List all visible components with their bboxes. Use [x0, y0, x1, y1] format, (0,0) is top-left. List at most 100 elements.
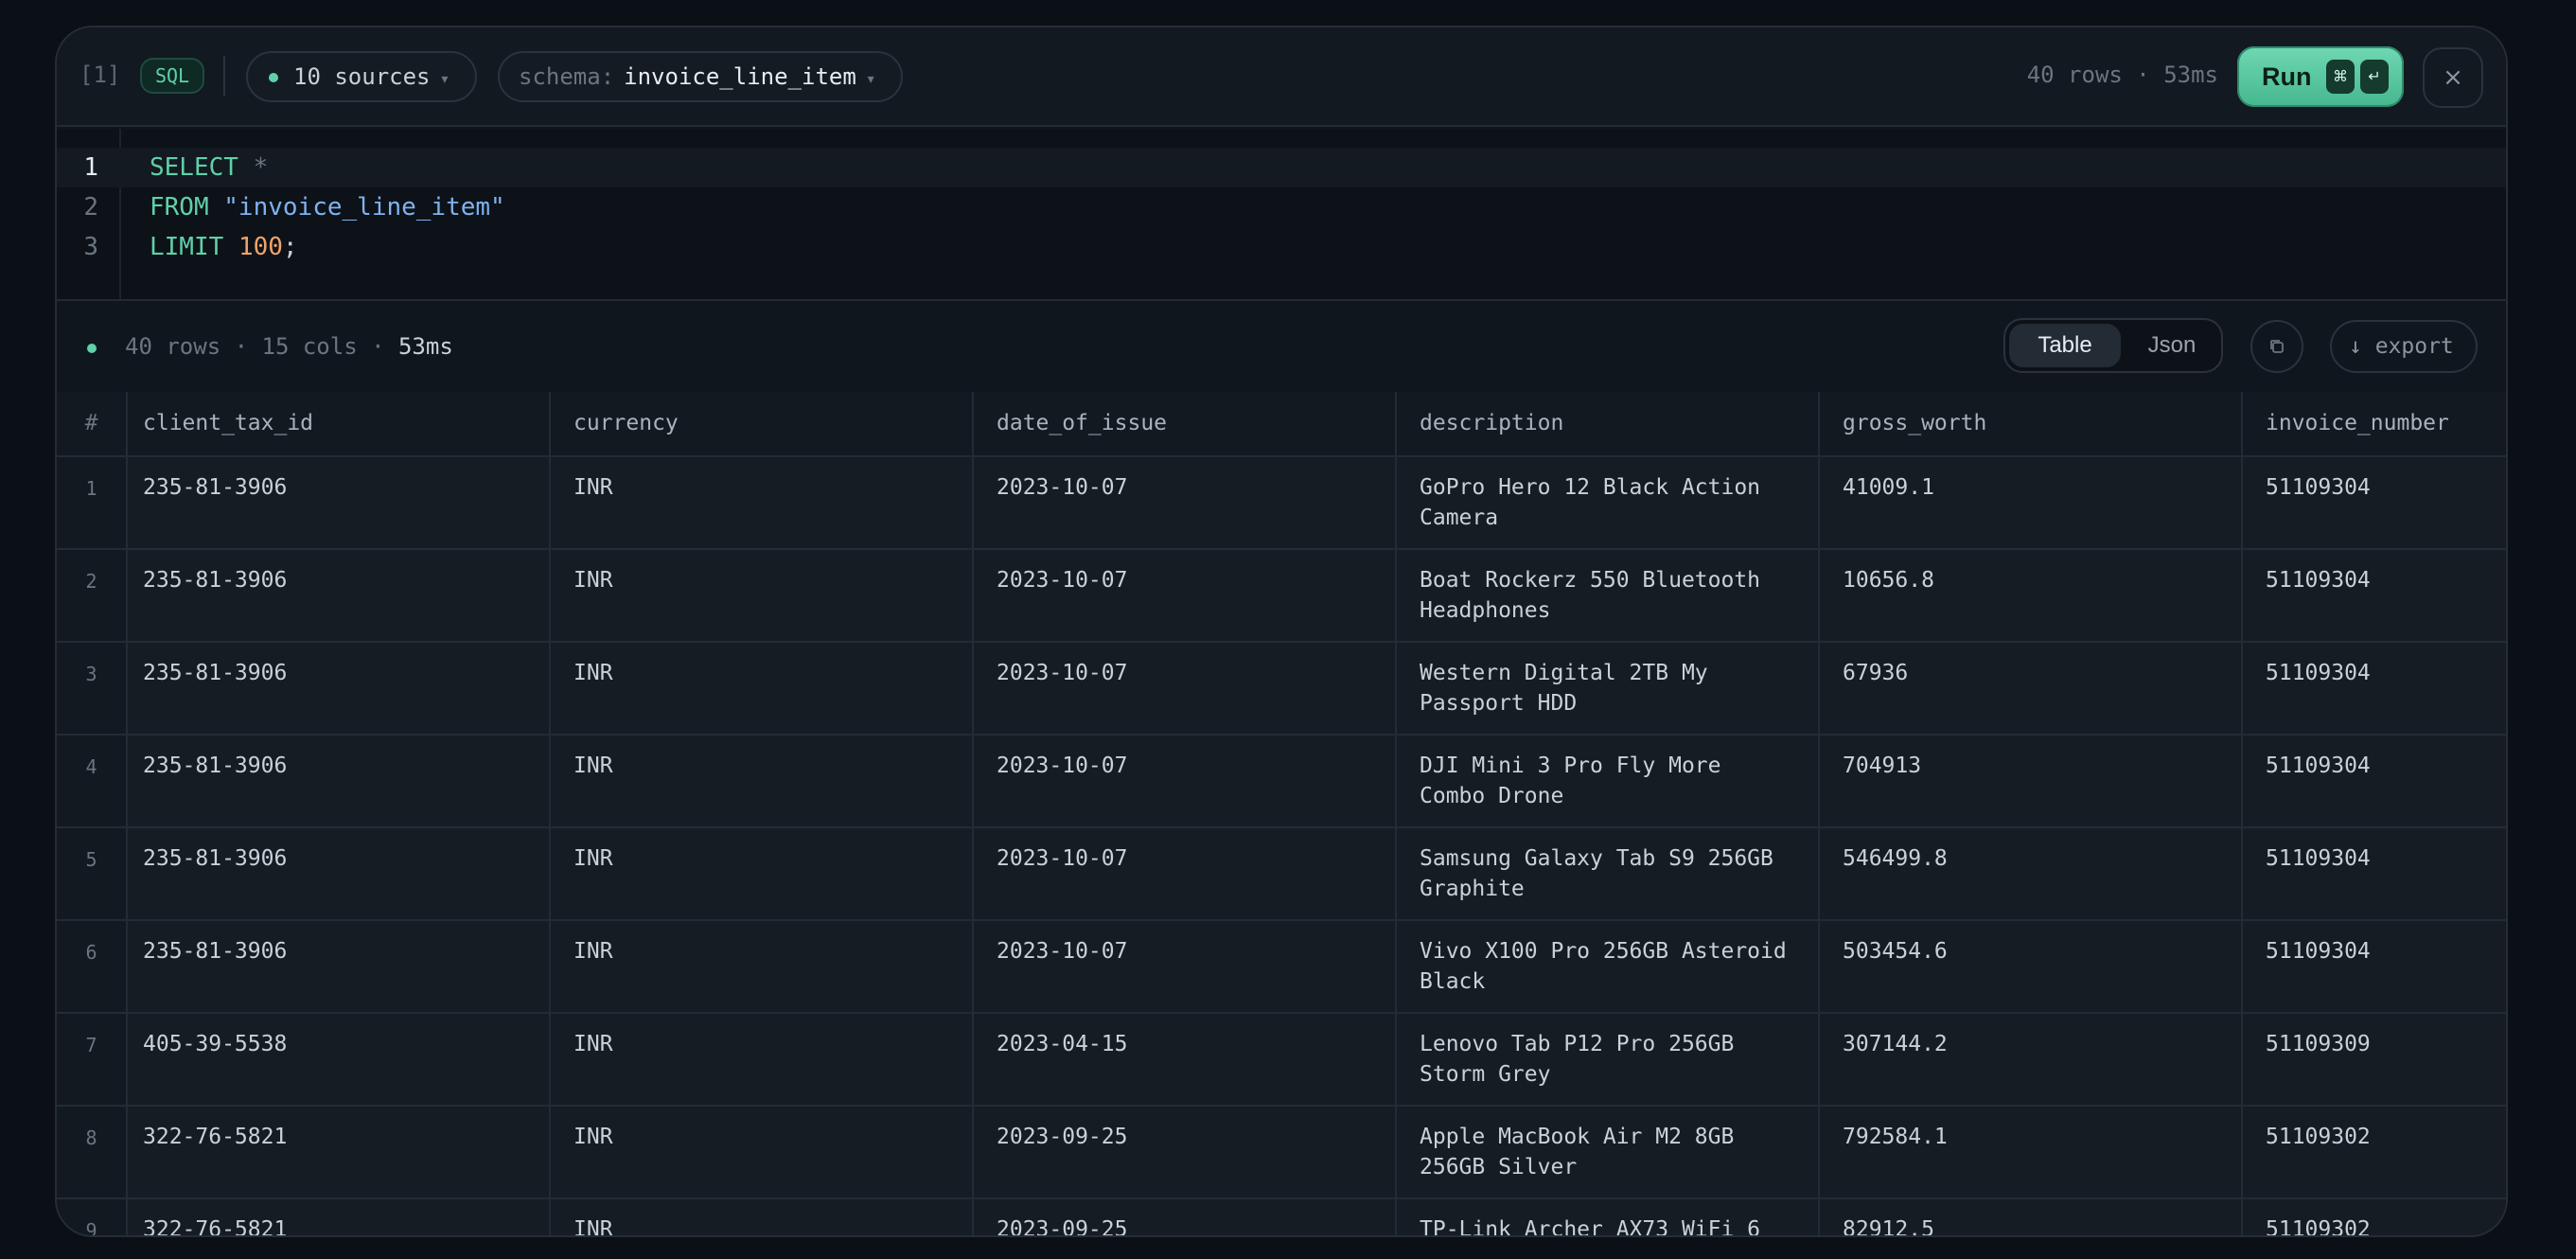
- table-cell[interactable]: 235-81-3906: [127, 642, 551, 736]
- table-cell[interactable]: 51109304: [2242, 827, 2506, 921]
- table-cell[interactable]: 235-81-3906: [127, 456, 551, 550]
- table-cell[interactable]: INR: [550, 920, 974, 1014]
- column-header[interactable]: date_of_issue: [973, 392, 1397, 457]
- table-cell[interactable]: 2023-10-07: [973, 735, 1397, 828]
- table-cell[interactable]: 235-81-3906: [127, 920, 551, 1014]
- schema-value: invoice_line_item: [624, 63, 856, 90]
- table-cell[interactable]: TP-Link Archer AX73 WiFi 6: [1396, 1198, 1820, 1235]
- table-row[interactable]: 6 235-81-3906 INR 2023-10-07 Vivo X100 Pro 2…: [57, 920, 2506, 1014]
- table-cell[interactable]: 51109309: [2242, 1013, 2506, 1107]
- table-cell[interactable]: INR: [550, 1013, 974, 1107]
- table-cell[interactable]: 2023-09-25: [973, 1106, 1397, 1199]
- sql-editor[interactable]: 1 SELECT * 2 FROM "invoice_line_item" 3 LIMIT…: [57, 129, 2506, 301]
- table-cell[interactable]: 2023-10-07: [973, 920, 1397, 1014]
- code-line[interactable]: 1 SELECT *: [57, 148, 2506, 187]
- table-cell[interactable]: INR: [550, 642, 974, 736]
- table-cell[interactable]: 82912.5: [1819, 1198, 2243, 1235]
- run-button[interactable]: Run ⌘ ↵: [2237, 46, 2404, 107]
- table-cell[interactable]: 235-81-3906: [127, 735, 551, 828]
- copy-icon: [2270, 340, 2284, 353]
- table-cell[interactable]: 235-81-3906: [127, 827, 551, 921]
- table-cell[interactable]: 235-81-3906: [127, 549, 551, 643]
- column-header[interactable]: client_tax_id: [127, 392, 551, 457]
- query-stats: 40 rows · 53ms: [2026, 62, 2218, 88]
- line-number: 2: [83, 193, 98, 222]
- view-table-tab[interactable]: Table: [2009, 324, 2121, 367]
- table-row[interactable]: 7 405-39-5538 INR 2023-04-15 Lenovo Tab P12 …: [57, 1013, 2506, 1107]
- table-row[interactable]: 3 235-81-3906 INR 2023-10-07 Western Digital…: [57, 642, 2506, 736]
- code-token: SELECT: [150, 153, 238, 182]
- view-json-tab[interactable]: Json: [2126, 324, 2217, 367]
- table-cell[interactable]: 67936: [1819, 642, 2243, 736]
- table-cell[interactable]: Vivo X100 Pro 256GB Asteroid Black: [1396, 920, 1820, 1014]
- table-cell[interactable]: 51109304: [2242, 456, 2506, 550]
- row-index-header[interactable]: #: [57, 392, 128, 457]
- table-cell[interactable]: INR: [550, 456, 974, 550]
- table-cell[interactable]: 51109304: [2242, 920, 2506, 1014]
- table-cell[interactable]: GoPro Hero 12 Black Action Camera: [1396, 456, 1820, 550]
- table-cell[interactable]: Lenovo Tab P12 Pro 256GB Storm Grey: [1396, 1013, 1820, 1107]
- table-header-row: # client_tax_id currency date_of_issue descr…: [57, 392, 2506, 457]
- table-cell[interactable]: 51109302: [2242, 1106, 2506, 1199]
- results-table-container[interactable]: # client_tax_id currency date_of_issue descr…: [57, 392, 2506, 1235]
- table-cell[interactable]: Western Digital 2TB My Passport HDD: [1396, 642, 1820, 736]
- column-header[interactable]: currency: [550, 392, 974, 457]
- schema-label: schema:: [519, 63, 615, 90]
- table-cell[interactable]: INR: [550, 1106, 974, 1199]
- export-button[interactable]: ↓ export: [2330, 320, 2478, 373]
- close-button[interactable]: ×: [2423, 47, 2483, 108]
- table-cell[interactable]: Apple MacBook Air M2 8GB 256GB Silver: [1396, 1106, 1820, 1199]
- table-cell[interactable]: 2023-09-25: [973, 1198, 1397, 1235]
- table-row[interactable]: 2 235-81-3906 INR 2023-10-07 Boat Rockerz 55…: [57, 549, 2506, 643]
- table-cell[interactable]: 51109304: [2242, 735, 2506, 828]
- code-token: FROM: [150, 193, 209, 222]
- table-cell[interactable]: INR: [550, 735, 974, 828]
- table-cell[interactable]: 322-76-5821: [127, 1106, 551, 1199]
- table-row[interactable]: 1 235-81-3906 INR 2023-10-07 GoPro Hero 12 B…: [57, 456, 2506, 550]
- table-cell[interactable]: 2023-10-07: [973, 827, 1397, 921]
- table-cell[interactable]: 2023-10-07: [973, 549, 1397, 643]
- table-cell[interactable]: 322-76-5821: [127, 1198, 551, 1235]
- row-index: 2: [57, 549, 128, 643]
- table-cell[interactable]: INR: [550, 1198, 974, 1235]
- run-label: Run: [2262, 62, 2312, 91]
- language-badge[interactable]: SQL: [140, 58, 204, 94]
- code-line[interactable]: 2 FROM "invoice_line_item": [57, 187, 2506, 227]
- column-header[interactable]: invoice_number: [2242, 392, 2506, 457]
- table-cell[interactable]: Boat Rockerz 550 Bluetooth Headphones: [1396, 549, 1820, 643]
- table-cell[interactable]: 51109304: [2242, 549, 2506, 643]
- table-row[interactable]: 8 322-76-5821 INR 2023-09-25 Apple MacBook A…: [57, 1106, 2506, 1199]
- code-text: SELECT *: [150, 148, 268, 187]
- table-cell[interactable]: 546499.8: [1819, 827, 2243, 921]
- table-cell[interactable]: INR: [550, 827, 974, 921]
- code-token: 100: [238, 233, 283, 261]
- table-cell[interactable]: 2023-10-07: [973, 642, 1397, 736]
- code-line[interactable]: 3 LIMIT 100;: [57, 227, 2506, 267]
- table-cell[interactable]: INR: [550, 549, 974, 643]
- table-row[interactable]: 9 322-76-5821 INR 2023-09-25 TP-Link Archer …: [57, 1198, 2506, 1235]
- result-stats-prefix: 40 rows · 15 cols ·: [125, 333, 398, 360]
- column-header[interactable]: gross_worth: [1819, 392, 2243, 457]
- column-header[interactable]: description: [1396, 392, 1820, 457]
- table-cell[interactable]: 41009.1: [1819, 456, 2243, 550]
- table-cell[interactable]: 2023-04-15: [973, 1013, 1397, 1107]
- table-cell[interactable]: 51109304: [2242, 642, 2506, 736]
- table-cell[interactable]: 51109302: [2242, 1198, 2506, 1235]
- table-row[interactable]: 5 235-81-3906 INR 2023-10-07 Samsung Galaxy …: [57, 827, 2506, 921]
- copy-button[interactable]: [2250, 320, 2303, 373]
- enter-key-icon: ↵: [2360, 60, 2389, 94]
- table-cell[interactable]: DJI Mini 3 Pro Fly More Combo Drone: [1396, 735, 1820, 828]
- table-row[interactable]: 4 235-81-3906 INR 2023-10-07 DJI Mini 3 Pro …: [57, 735, 2506, 828]
- table-cell[interactable]: Samsung Galaxy Tab S9 256GB Graphite: [1396, 827, 1820, 921]
- schema-dropdown[interactable]: schema: invoice_line_item ▾: [498, 51, 903, 102]
- table-cell[interactable]: 2023-10-07: [973, 456, 1397, 550]
- table-cell[interactable]: 307144.2: [1819, 1013, 2243, 1107]
- table-cell[interactable]: 792584.1: [1819, 1106, 2243, 1199]
- table-cell[interactable]: 704913: [1819, 735, 2243, 828]
- sources-dropdown[interactable]: 10 sources ▾: [246, 51, 477, 102]
- table-cell[interactable]: 10656.8: [1819, 549, 2243, 643]
- table-cell[interactable]: 503454.6: [1819, 920, 2243, 1014]
- results-table: # client_tax_id currency date_of_issue descr…: [57, 392, 2506, 1235]
- table-cell[interactable]: 405-39-5538: [127, 1013, 551, 1107]
